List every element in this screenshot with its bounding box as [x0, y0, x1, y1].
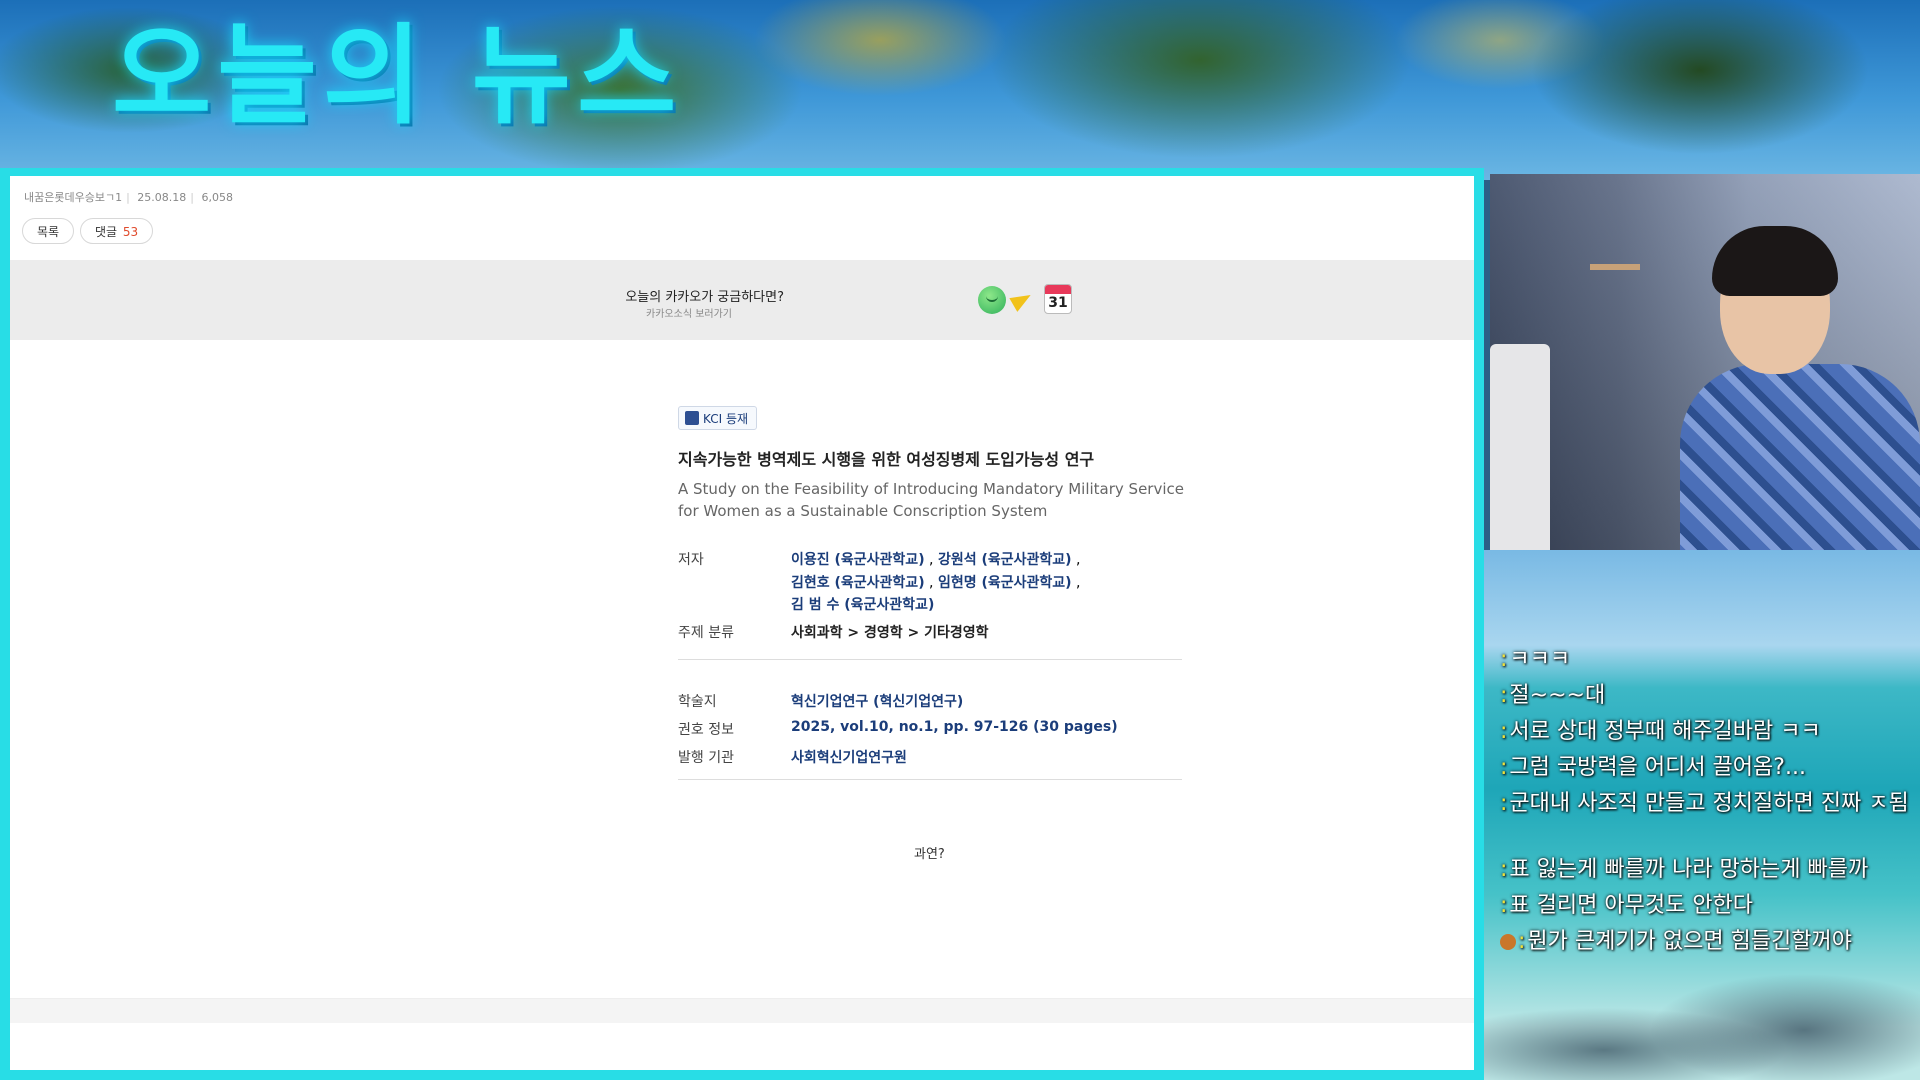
article-title-en: A Study on the Feasibility of Introducin…: [678, 480, 1184, 520]
webcam-bin: [1490, 344, 1550, 550]
post-date: 25.08.18: [137, 191, 187, 204]
post-views: 6,058: [201, 191, 234, 204]
kci-badge: KCI 등재: [678, 406, 758, 430]
chat-message: :그럼 국방력을 어디서 끌어옴?...: [1500, 754, 1806, 782]
post-note: 과연?: [914, 847, 945, 862]
kci-badge-label: KCI 등재: [703, 412, 749, 426]
article-title-ko: 지속가능한 병역제도 시행을 위한 여성징병제 도입가능성 연구: [678, 450, 1095, 469]
divider: [678, 779, 1182, 780]
chat-message: :뭔가 큰계기가 없으면 힘들긴할꺼야: [1500, 928, 1852, 956]
kakao-face-icon: [978, 286, 1006, 314]
author-link[interactable]: 임현명 (육군사관학교): [938, 575, 1072, 591]
subject-label: 주제 분류: [678, 625, 734, 641]
chat-message-text: 뭔가 큰계기가 없으면 힘들긴할꺼야: [1527, 929, 1853, 954]
chat-message: :서로 상대 정부때 해주길바람 ㅋㅋ: [1500, 718, 1821, 746]
chat-message-text: 표 잃는게 빠를까 나라 망하는게 빠를까: [1509, 857, 1869, 882]
browser-frame: 내꿈은롯데우승보ㄱ1 | 25.08.18 | 6,058 목록 댓글 53 오늘의…: [0, 168, 1484, 1080]
post-author[interactable]: 내꿈은롯데우승보ㄱ1: [24, 191, 122, 204]
journal-link[interactable]: 혁신기업연구 (혁신기업연구): [791, 691, 963, 711]
kakao-banner[interactable]: 오늘의 카카오가 궁금하다면? 카카오소식 보러가기 31: [10, 260, 1474, 340]
chat-message: :군대내 사조직 만들고 정치질하면 진짜 ㅈ됨: [1500, 790, 1910, 818]
webcam-shelf: [1590, 264, 1640, 270]
subject-value: 사회과학 > 경영학 > 기타경영학: [791, 625, 989, 641]
chat-dot-icon: :: [1500, 755, 1508, 780]
chat-message-text: 표 걸리면 아무것도 안한다: [1509, 893, 1754, 918]
volume-label: 권호 정보: [678, 722, 734, 738]
banner-title: 오늘의 카카오가 궁금하다면?: [625, 290, 784, 305]
list-button-label: 목록: [37, 225, 60, 239]
comments-count: 53: [122, 225, 139, 239]
chat-dot-icon: :: [1500, 791, 1508, 816]
streamer-hair: [1712, 226, 1838, 296]
page-bottom-band: [10, 998, 1474, 1023]
author-link[interactable]: 김 범 수 (육군사관학교): [791, 597, 934, 613]
stream-title: 오늘의 뉴스: [112, 14, 683, 139]
post-page: 내꿈은롯데우승보ㄱ1 | 25.08.18 | 6,058 목록 댓글 53 오늘의…: [10, 176, 1474, 1070]
post-meta: 내꿈은롯데우승보ㄱ1 | 25.08.18 | 6,058: [24, 191, 234, 204]
chat-message: :절~~~대: [1500, 682, 1605, 710]
chat-dot-icon: :: [1500, 683, 1508, 708]
chat-dot-icon: :: [1500, 893, 1508, 918]
chat-dot-icon: :: [1518, 929, 1526, 954]
chat-message-text: 그럼 국방력을 어디서 끌어옴?...: [1509, 755, 1806, 780]
streamer-shirt: [1680, 364, 1920, 550]
chat-dot-icon: :: [1500, 719, 1508, 744]
publisher-link[interactable]: 사회혁신기업연구원: [791, 747, 907, 767]
comments-label: 댓글: [95, 225, 118, 239]
author-link[interactable]: 강원석 (육군사관학교): [938, 552, 1072, 568]
chat-message-text: ㅋㅋㅋ: [1509, 647, 1571, 672]
author-link[interactable]: 김현호 (육군사관학교): [791, 575, 925, 591]
chat-message: :표 잃는게 빠를까 나라 망하는게 빠를까: [1500, 856, 1868, 884]
chat-message-text: 서로 상대 정부때 해주길바람 ㅋㅋ: [1509, 719, 1821, 744]
streamer: [1680, 226, 1920, 550]
divider: [678, 659, 1182, 660]
chat-message-text: 절~~~대: [1509, 683, 1606, 708]
calendar-icon: 31: [1044, 284, 1072, 314]
authors-label: 저자: [678, 552, 704, 568]
banner-subtitle[interactable]: 카카오소식 보러가기: [646, 305, 732, 320]
journal-label: 학술지: [678, 694, 717, 710]
chat-message: :표 걸리면 아무것도 안한다: [1500, 892, 1753, 920]
volume-link[interactable]: 2025, vol.10, no.1, pp. 97-126 (30 pages…: [791, 719, 1118, 735]
chat-message-text: 군대내 사조직 만들고 정치질하면 진짜 ㅈ됨: [1509, 791, 1909, 816]
chat-message: :ㅋㅋㅋ: [1500, 646, 1570, 674]
author-link[interactable]: 이용진 (육군사관학교): [791, 552, 925, 568]
chat-dot-icon: :: [1500, 857, 1508, 882]
chat-emoji-icon: [1500, 934, 1516, 950]
kci-logo-icon: [685, 411, 699, 425]
comments-button[interactable]: 댓글 53: [80, 218, 154, 244]
publisher-label: 발행 기관: [678, 750, 734, 766]
chat-dot-icon: :: [1500, 647, 1508, 672]
webcam-feed: [1490, 174, 1920, 550]
list-button[interactable]: 목록: [22, 218, 75, 244]
megaphone-icon: [1010, 288, 1036, 312]
authors-list: 이용진 (육군사관학교) , 강원석 (육군사관학교) , 김현호 (육군사관학…: [791, 552, 1081, 613]
